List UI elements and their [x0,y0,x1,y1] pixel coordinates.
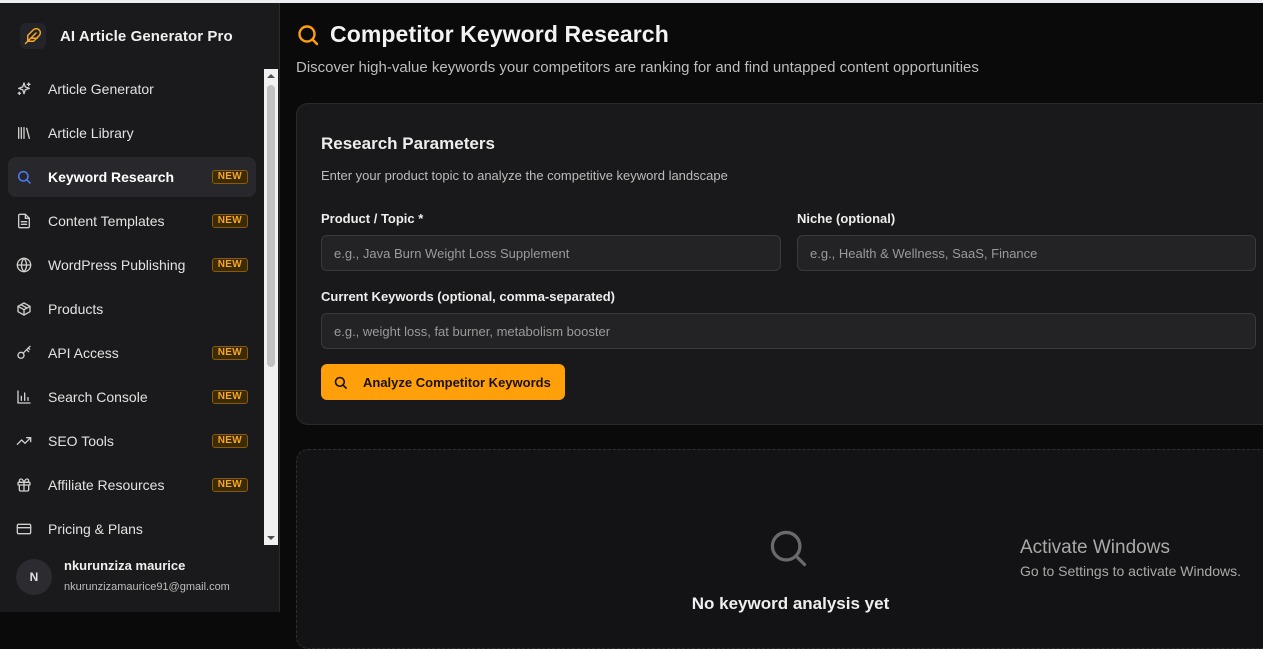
card-description: Enter your product topic to analyze the … [321,168,728,183]
empty-state-title: No keyword analysis yet [691,594,890,613]
page-header: Competitor Keyword Research [296,21,669,48]
sidebar-item-seo-tools[interactable]: SEO Tools NEW [8,421,256,461]
new-badge: NEW [211,434,248,448]
activate-windows-watermark: Activate Windows Go to Settings to activ… [1020,537,1241,579]
research-parameters-card: Research Parameters Enter your product t… [296,103,1263,425]
sidebar-item-keyword-research[interactable]: Keyword Research NEW [8,157,256,197]
brand[interactable]: AI Article Generator Pro [20,23,233,49]
sidebar: AI Article Generator Pro Article Generat… [0,3,280,612]
niche-label: Niche (optional) [797,211,896,226]
sidebar-item-affiliate-resources[interactable]: Affiliate Resources NEW [8,465,256,505]
new-badge: NEW [211,170,248,184]
app-title: AI Article Generator Pro [60,27,233,45]
user-profile[interactable]: N nkurunziza maurice nkurunzizamaurice91… [16,558,266,602]
sidebar-item-label: Search Console [48,389,148,405]
sidebar-item-products[interactable]: Products [8,289,256,329]
new-badge: NEW [211,214,248,228]
new-badge: NEW [211,258,248,272]
sidebar-item-label: Keyword Research [48,169,175,185]
product-topic-label: Product / Topic * [321,211,424,226]
watermark-title: Activate Windows [1020,537,1170,558]
search-icon [298,24,319,45]
sidebar-item-label: Content Templates [48,213,165,229]
sidebar-item-label: Products [48,301,104,317]
sidebar-item-api-access[interactable]: API Access NEW [8,333,256,373]
user-name: nkurunziza maurice [64,558,186,573]
credit-card-icon [16,521,32,537]
user-email: nkurunzizamaurice91@gmail.com [64,581,230,593]
sidebar-item-content-templates[interactable]: Content Templates NEW [8,201,256,241]
sidebar-scrollbar[interactable] [264,69,278,545]
globe-icon [16,257,32,273]
gift-icon [16,477,32,493]
sidebar-item-article-generator[interactable]: Article Generator [8,69,256,109]
sidebar-item-label: Pricing & Plans [48,521,143,537]
page-subtitle: Discover high-value keywords your compet… [296,59,979,76]
sidebar-item-wordpress-publishing[interactable]: WordPress Publishing NEW [8,245,256,285]
package-icon [16,301,32,317]
new-badge: NEW [211,390,248,404]
current-keywords-label: Current Keywords (optional, comma-separa… [321,289,615,304]
sidebar-item-label: Article Library [48,125,134,141]
key-icon [16,345,32,361]
window-top-edge [0,0,1263,3]
page-title: Competitor Keyword Research [330,21,669,47]
product-topic-input[interactable] [321,235,781,271]
sidebar-item-search-console[interactable]: Search Console NEW [8,377,256,417]
bar-chart-icon [16,389,32,405]
new-badge: NEW [211,478,248,492]
feather-logo-icon [20,23,46,49]
watermark-subtitle: Go to Settings to activate Windows. [1020,563,1241,579]
sidebar-nav: Article Generator Article Library Keywor… [8,69,256,545]
trending-up-icon [16,433,32,449]
file-text-icon [16,213,32,229]
sidebar-item-label: API Access [48,345,119,361]
sidebar-item-label: Article Generator [48,81,154,97]
search-icon [16,169,32,185]
avatar[interactable]: N [16,559,52,595]
main-content: Competitor Keyword Research Discover hig… [280,3,1263,649]
sidebar-item-label: SEO Tools [48,433,114,449]
card-title: Research Parameters [321,134,495,153]
scroll-up-arrow-icon[interactable] [264,69,278,83]
search-icon [770,530,807,567]
scroll-down-arrow-icon[interactable] [264,531,278,545]
analyze-competitor-keywords-button[interactable]: Analyze Competitor Keywords [321,364,565,400]
sidebar-item-label: Affiliate Resources [48,477,165,493]
new-badge: NEW [211,346,248,360]
search-icon [334,376,347,389]
library-icon [16,125,32,141]
analyze-button-label: Analyze Competitor Keywords [363,374,551,390]
sparkles-icon [16,81,32,97]
scrollbar-thumb[interactable] [267,85,275,367]
sidebar-item-label: WordPress Publishing [48,257,186,273]
app-root: AI Article Generator Pro Article Generat… [0,3,1263,649]
sidebar-item-pricing-plans[interactable]: Pricing & Plans [8,509,256,545]
sidebar-item-article-library[interactable]: Article Library [8,113,256,153]
current-keywords-input[interactable] [321,313,1256,349]
niche-input[interactable] [797,235,1256,271]
